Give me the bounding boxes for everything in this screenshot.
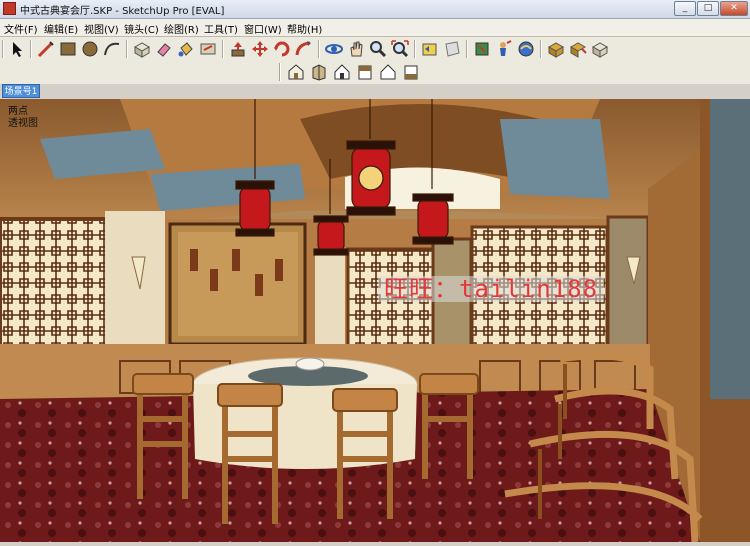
- minimize-button[interactable]: _: [674, 1, 696, 16]
- eraser-icon[interactable]: [154, 39, 174, 59]
- toolbar-separator: [540, 40, 542, 58]
- move-icon[interactable]: [250, 39, 270, 59]
- projection-label: 透视图: [8, 118, 38, 129]
- walk-icon[interactable]: [516, 39, 536, 59]
- menu-camera[interactable]: 镜头(C): [124, 21, 159, 36]
- paint-bucket-icon[interactable]: [176, 39, 196, 59]
- next-view-icon[interactable]: [442, 39, 462, 59]
- position-camera-icon[interactable]: [494, 39, 514, 59]
- status-bar: [0, 542, 750, 546]
- menu-tools[interactable]: 工具(T): [204, 21, 238, 36]
- menu-view[interactable]: 视图(V): [84, 21, 119, 36]
- toolbar-separator: [126, 40, 128, 58]
- look-around-icon[interactable]: [546, 39, 566, 59]
- title-bar: 中式古典宴会厅.SKP - SketchUp Pro [EVAL] _ □ ✕: [0, 0, 750, 19]
- pan-icon[interactable]: [346, 39, 366, 59]
- right-view-icon[interactable]: [355, 62, 375, 82]
- select-tool-icon[interactable]: [8, 39, 28, 59]
- toolbar-grip: [279, 63, 281, 81]
- main-toolbar: [0, 37, 750, 62]
- toolbar-separator: [30, 40, 32, 58]
- window-title: 中式古典宴会厅.SKP - SketchUp Pro [EVAL]: [20, 6, 225, 17]
- left-view-icon[interactable]: [401, 62, 421, 82]
- orbit-icon[interactable]: [324, 39, 344, 59]
- toolbar-grip: [2, 40, 4, 58]
- offset-icon[interactable]: [198, 39, 218, 59]
- toolbar-separator: [414, 40, 416, 58]
- iso-view-icon[interactable]: [286, 62, 306, 82]
- views-toolbar: [0, 60, 750, 84]
- previous-view-icon[interactable]: [420, 39, 440, 59]
- menu-file[interactable]: 文件(F): [4, 21, 38, 36]
- zoom-icon[interactable]: [368, 39, 388, 59]
- follow-me-icon[interactable]: [294, 39, 314, 59]
- menu-help[interactable]: 帮助(H): [287, 21, 322, 36]
- push-pull-icon[interactable]: [228, 39, 248, 59]
- scene-tab[interactable]: 场景号1: [2, 84, 40, 98]
- maximize-button[interactable]: □: [697, 1, 719, 16]
- zoom-extents-icon[interactable]: [390, 39, 410, 59]
- rectangle-tool-icon[interactable]: [58, 39, 78, 59]
- get-models-icon[interactable]: [568, 39, 588, 59]
- make-component-icon[interactable]: [132, 39, 152, 59]
- rotate-icon[interactable]: [272, 39, 292, 59]
- share-model-icon[interactable]: [590, 39, 610, 59]
- menu-edit[interactable]: 编辑(E): [44, 21, 78, 36]
- toolbar-separator: [318, 40, 320, 58]
- menu-window[interactable]: 窗口(W): [244, 21, 282, 36]
- front-view-icon[interactable]: [332, 62, 352, 82]
- close-button[interactable]: ✕: [720, 1, 748, 16]
- top-view-icon[interactable]: [309, 62, 329, 82]
- toolbar-separator: [466, 40, 468, 58]
- back-view-icon[interactable]: [378, 62, 398, 82]
- menu-draw[interactable]: 绘图(R): [164, 21, 199, 36]
- arc-tool-icon[interactable]: [102, 39, 122, 59]
- model-viewport[interactable]: 两点 透视图 旺旺：tailin188: [0, 99, 750, 542]
- sketchup-app-icon: [3, 2, 16, 15]
- toolbar-separator: [222, 40, 224, 58]
- watermark-text: 旺旺：tailin188: [378, 276, 605, 302]
- tape-measure-icon[interactable]: [472, 39, 492, 59]
- line-tool-icon[interactable]: [36, 39, 56, 59]
- menu-bar: 文件(F) 编辑(E) 视图(V) 镜头(C) 绘图(R) 工具(T) 窗口(W…: [0, 19, 750, 37]
- circle-tool-icon[interactable]: [80, 39, 100, 59]
- banquet-hall-render: [0, 99, 750, 542]
